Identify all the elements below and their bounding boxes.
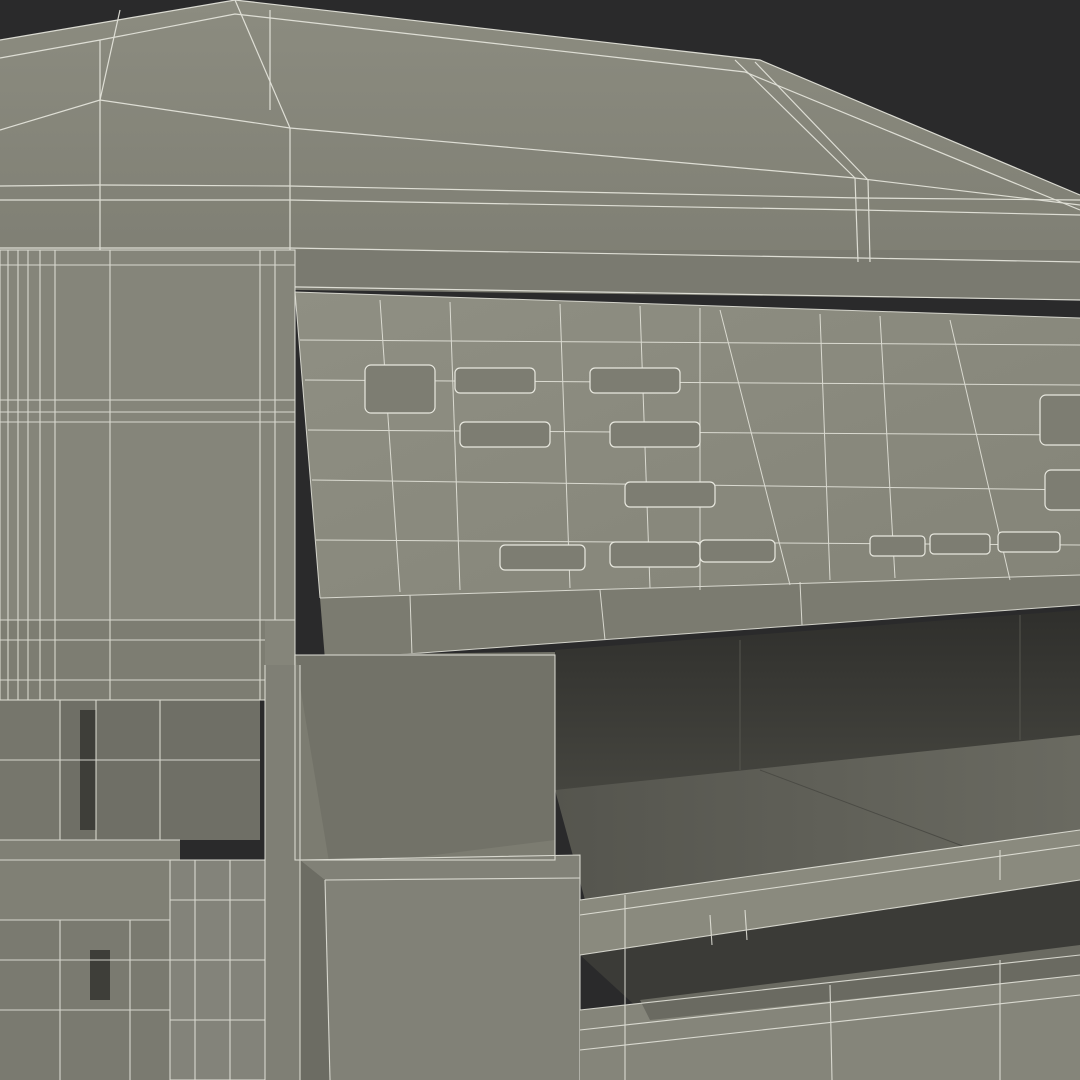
panel-button xyxy=(997,531,1061,553)
panel-button xyxy=(609,421,701,448)
panel-button xyxy=(1044,469,1080,511)
printer-render xyxy=(0,0,1080,1080)
panel-button xyxy=(609,541,701,568)
center-block xyxy=(264,652,581,1080)
render-canvas xyxy=(0,0,1080,1080)
panel-button xyxy=(499,544,586,571)
panel-button xyxy=(454,367,536,394)
control-panel xyxy=(294,291,1080,661)
left-tower xyxy=(0,249,301,1080)
panel-button xyxy=(1039,394,1080,446)
panel-button xyxy=(624,481,716,508)
panel-button xyxy=(459,421,551,448)
panel-button xyxy=(364,364,436,414)
panel-button xyxy=(929,533,991,555)
panel-button xyxy=(589,367,681,394)
panel-button xyxy=(699,539,776,563)
panel-button xyxy=(869,535,926,557)
